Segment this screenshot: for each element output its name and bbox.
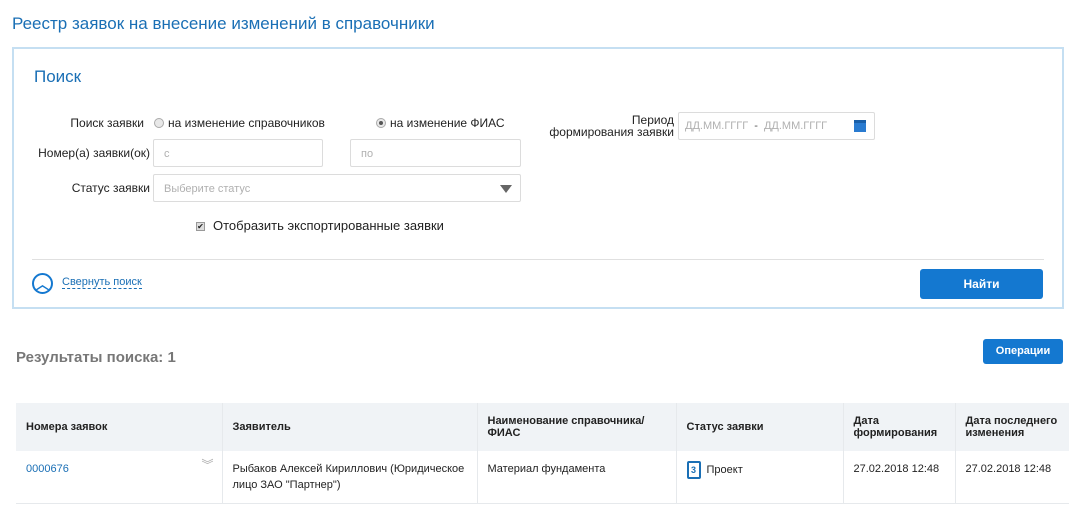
collapse-search-link[interactable]: Свернуть поиск (62, 276, 142, 289)
checkbox-checked-icon: ✔ (196, 222, 205, 231)
number-from-input[interactable]: с (153, 139, 323, 167)
period-to: ДД.ММ.ГГГГ (763, 120, 828, 132)
status-cell: 3 Проект (675, 451, 843, 504)
table-header: Номера заявок Заявитель Наименование спр… (16, 403, 1069, 451)
period-label-line: формирования заявки (549, 125, 674, 139)
number-label: Номер(а) заявки(ок) (38, 146, 150, 160)
status-select[interactable]: Выберите статус (153, 174, 521, 202)
created-date-cell: 27.02.2018 12:48 (842, 451, 955, 504)
column-header[interactable]: Дата формирования (842, 403, 955, 451)
column-header[interactable]: Заявитель (221, 403, 477, 451)
results-table: Номера заявок Заявитель Наименование спр… (16, 403, 1069, 504)
number-to-input[interactable]: по (350, 139, 521, 167)
results-title: Результаты поиска: 1 (16, 349, 176, 366)
status-placeholder: Выберите статус (164, 183, 251, 195)
operations-button[interactable]: Операции (983, 339, 1063, 364)
table-row[interactable]: 0000676 ︾ Рыбаков Алексей Кириллович (Юри… (16, 451, 1069, 504)
page-title: Реестр заявок на внесение изменений в сп… (12, 14, 435, 33)
column-header[interactable]: Статус заявки (675, 403, 843, 451)
draft-document-icon: 3 (686, 461, 701, 479)
dropdown-arrow-icon (500, 185, 512, 193)
calendar-icon[interactable] (854, 120, 866, 132)
status-label: Статус заявки (71, 181, 150, 195)
column-header[interactable]: Номера заявок (16, 403, 222, 451)
search-type-label: Поиск заявки (70, 116, 144, 130)
request-number-link[interactable]: 0000676 (26, 463, 69, 475)
radio-fias[interactable]: на изменение ФИАС (376, 116, 505, 130)
applicant-cell: Рыбаков Алексей Кириллович (Юридическое … (221, 451, 477, 504)
period-input[interactable]: ДД.ММ.ГГГГ - ДД.ММ.ГГГГ (678, 112, 875, 140)
radio-label: на изменение справочников (168, 116, 325, 130)
radio-selected-icon (376, 118, 386, 128)
radio-icon (154, 118, 164, 128)
period-sep: - (754, 120, 758, 132)
show-exported-label: Отобразить экспортированные заявки (213, 218, 444, 233)
column-header[interactable]: Наименование справочника/ ФИАС (476, 403, 676, 451)
expand-chevrons-icon[interactable]: ︾ (201, 457, 213, 473)
search-panel: Поиск Поиск заявки на изменение справочн… (12, 47, 1064, 309)
period-from: ДД.ММ.ГГГГ (685, 120, 749, 132)
radio-label: на изменение ФИАС (390, 116, 505, 130)
column-header[interactable]: Дата последнего изменения (954, 403, 1069, 451)
modified-date-cell: 27.02.2018 12:48 (954, 451, 1069, 504)
search-title: Поиск (34, 67, 82, 86)
show-exported-checkbox[interactable]: ✔ Отобразить экспортированные заявки (196, 218, 444, 233)
directory-name-cell: Материал фундамента (476, 451, 676, 504)
radio-directories[interactable]: на изменение справочников (154, 116, 325, 130)
status-text: Проект (706, 463, 743, 476)
chevron-up-icon[interactable]: ︿ (32, 273, 53, 294)
divider (32, 259, 1044, 260)
find-button[interactable]: Найти (920, 269, 1043, 299)
period-label: Период формирования заявки (534, 114, 674, 138)
